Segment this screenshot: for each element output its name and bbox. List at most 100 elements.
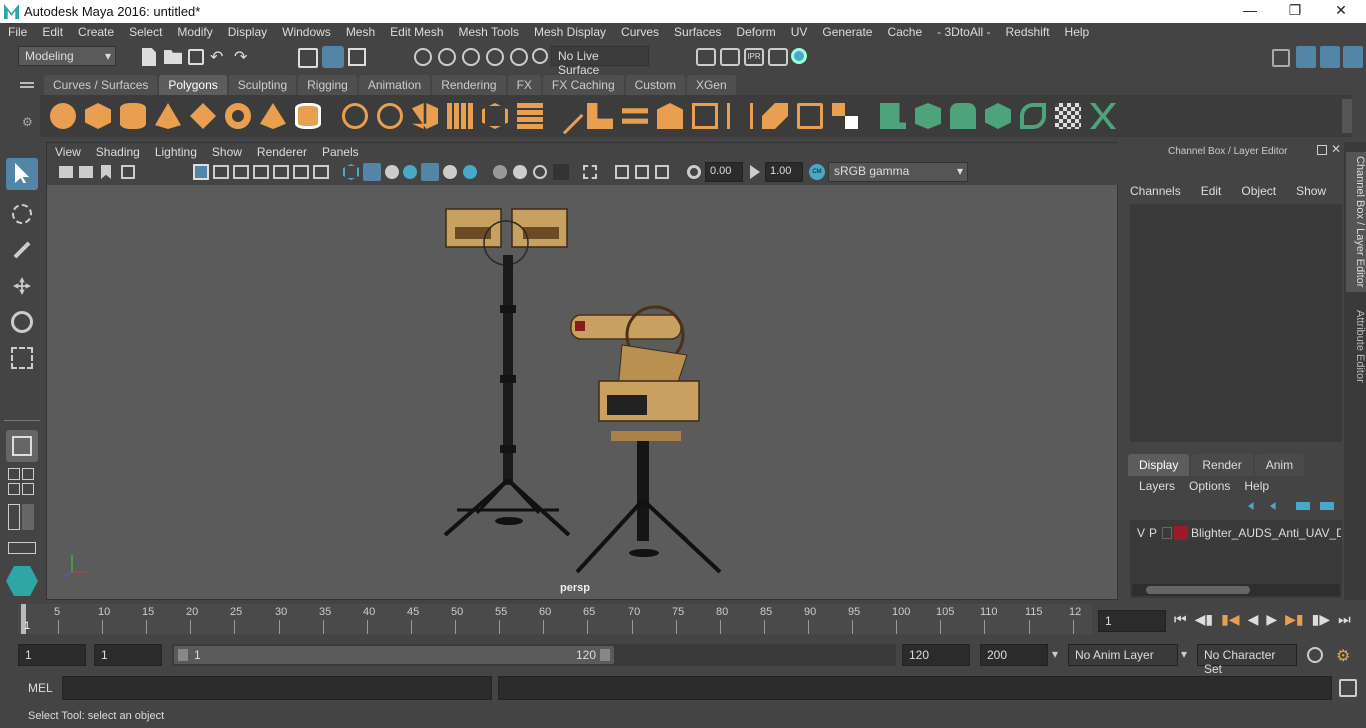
mirror-icon[interactable]: [412, 103, 438, 129]
tab-anim[interactable]: Anim: [1254, 454, 1305, 476]
range-start-handle[interactable]: [178, 649, 188, 661]
reduce-icon[interactable]: [482, 103, 508, 129]
color-management-icon[interactable]: CM: [809, 164, 825, 180]
viewport-scene[interactable]: persp: [47, 185, 1117, 599]
step-back-frame-icon[interactable]: ▮◀: [1221, 611, 1239, 628]
cb-menu-edit[interactable]: Edit: [1201, 184, 1222, 198]
rotate-tool-icon[interactable]: [6, 306, 38, 338]
range-slider-handle[interactable]: 1 120: [174, 646, 614, 664]
menu-redshift[interactable]: Redshift: [998, 23, 1057, 43]
multisample-aa-icon[interactable]: [533, 165, 547, 179]
gamma-field[interactable]: 1.00: [765, 162, 803, 182]
side-tab-attribute-editor[interactable]: Attribute Editor: [1346, 308, 1366, 408]
layer-menu-options[interactable]: Options: [1189, 479, 1230, 493]
menu-windows[interactable]: Windows: [274, 23, 338, 43]
hypershade-icon[interactable]: [791, 48, 807, 64]
shelf-options-icon[interactable]: [20, 82, 34, 84]
chevron-down-icon[interactable]: ▾: [1052, 647, 1058, 661]
step-back-key-icon[interactable]: ◀▮: [1195, 611, 1213, 628]
layout-uvs-icon[interactable]: [1090, 103, 1116, 129]
append-polygon-icon[interactable]: [692, 103, 718, 129]
depth-of-field-icon[interactable]: [553, 164, 569, 180]
tab-polygons[interactable]: Polygons: [159, 75, 227, 95]
scene-start-field[interactable]: 1: [18, 644, 86, 666]
new-layer-selected-icon[interactable]: [1320, 502, 1334, 510]
paint-select-tool-icon[interactable]: [6, 234, 38, 266]
scale-tool-icon[interactable]: [6, 342, 38, 374]
persp-outliner-layout-icon[interactable]: [22, 468, 34, 480]
play-backwards-icon[interactable]: ◀: [1248, 611, 1259, 628]
layer-type-toggle[interactable]: [1162, 527, 1172, 539]
field-chart-icon[interactable]: [273, 165, 289, 179]
tab-rendering[interactable]: Rendering: [432, 75, 506, 95]
hypershade-layout-icon[interactable]: [22, 483, 34, 495]
safe-action-icon[interactable]: [293, 165, 309, 179]
float-panel-icon[interactable]: [1317, 145, 1327, 155]
graph-layout-icon[interactable]: [8, 483, 20, 495]
shelf-scroll-icon[interactable]: [1342, 99, 1352, 133]
playback-end-field[interactable]: 120: [902, 644, 970, 666]
offset-edge-loop-icon[interactable]: [762, 103, 788, 129]
mel-input[interactable]: [62, 676, 492, 700]
select-tool-icon[interactable]: [6, 158, 38, 190]
render-settings-icon[interactable]: [768, 48, 788, 66]
outliner-layout-icon[interactable]: [8, 504, 20, 530]
play-forwards-icon[interactable]: ▶: [1266, 611, 1277, 628]
tab-xgen[interactable]: XGen: [686, 75, 736, 95]
layout-options-icon[interactable]: [22, 504, 34, 530]
ipr-render-icon[interactable]: IPR: [744, 48, 764, 66]
tab-display[interactable]: Display: [1128, 454, 1190, 476]
color-space-dropdown[interactable]: sRGB gamma ▾: [828, 162, 968, 182]
bridge-icon[interactable]: [622, 108, 648, 124]
layer-menu-help[interactable]: Help: [1244, 479, 1269, 493]
vp-menu-renderer[interactable]: Renderer: [249, 143, 314, 161]
tab-rigging[interactable]: Rigging: [298, 75, 357, 95]
character-set-field[interactable]: No Character Set: [1197, 644, 1297, 676]
gamma-icon[interactable]: [750, 165, 760, 179]
tab-sculpting[interactable]: Sculpting: [228, 75, 297, 95]
resolution-gate-icon[interactable]: [233, 165, 249, 179]
move-layer-down-icon[interactable]: [1270, 502, 1276, 510]
select-hierarchy-icon[interactable]: [298, 48, 318, 68]
use-all-lights-icon[interactable]: [443, 165, 457, 179]
scene-end-field[interactable]: 200: [980, 644, 1048, 666]
bookmark-icon[interactable]: [101, 165, 111, 179]
vp-menu-view[interactable]: View: [47, 143, 88, 161]
menu-curves[interactable]: Curves: [613, 23, 666, 43]
cb-menu-object[interactable]: Object: [1241, 184, 1276, 198]
move-tool-icon[interactable]: [6, 270, 38, 302]
target-weld-icon[interactable]: [832, 103, 858, 129]
undo-icon[interactable]: ↶: [210, 47, 223, 67]
layer-menu-layers[interactable]: Layers: [1139, 479, 1175, 493]
menu-uv[interactable]: UV: [783, 23, 815, 43]
current-frame-field[interactable]: 1: [1098, 610, 1166, 632]
channel-box-toggle-icon[interactable]: [1343, 46, 1363, 68]
extrude-icon[interactable]: [587, 103, 613, 129]
layer-name[interactable]: Blighter_AUDS_Anti_UAV_Def: [1191, 526, 1341, 540]
cb-menu-channels[interactable]: Channels: [1130, 184, 1181, 198]
menu-modify[interactable]: Modify: [169, 23, 219, 43]
menu-surfaces[interactable]: Surfaces: [666, 23, 728, 43]
menu-3dtoall[interactable]: - 3DtoAll -: [929, 23, 997, 43]
screen-space-ao-icon[interactable]: [493, 165, 507, 179]
mode-dropdown[interactable]: Modeling ▾: [18, 46, 116, 66]
save-scene-icon[interactable]: [188, 49, 204, 65]
menu-display[interactable]: Display: [220, 23, 274, 43]
poly-torus-icon[interactable]: [225, 103, 251, 129]
camera-select-icon[interactable]: [59, 166, 73, 178]
poly-pipe-icon[interactable]: [295, 103, 321, 129]
spherical-map-icon[interactable]: [985, 103, 1011, 129]
menu-cache[interactable]: Cache: [879, 23, 929, 43]
shadows-icon[interactable]: [463, 165, 477, 179]
menu-mesh-display[interactable]: Mesh Display: [526, 23, 613, 43]
snap-point-icon[interactable]: [462, 48, 480, 66]
poly-plane-icon[interactable]: [190, 103, 216, 129]
render-current-icon[interactable]: [720, 48, 740, 66]
gate-mask-icon[interactable]: [253, 165, 269, 179]
menu-help[interactable]: Help: [1057, 23, 1097, 43]
select-object-icon[interactable]: [322, 46, 344, 68]
merge-icon[interactable]: [797, 103, 823, 129]
cb-menu-show[interactable]: Show: [1296, 184, 1326, 198]
unfold-icon[interactable]: [1020, 103, 1046, 129]
move-layer-up-icon[interactable]: [1248, 502, 1254, 510]
